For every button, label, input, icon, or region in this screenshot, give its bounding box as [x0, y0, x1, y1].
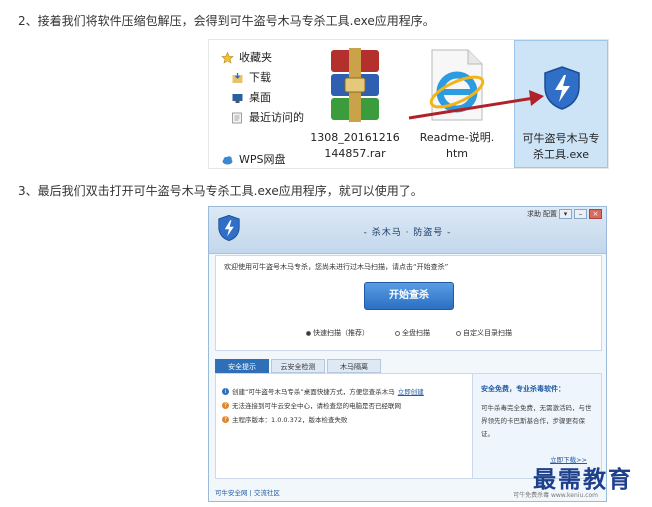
promo-text: 可牛杀毒完全免费，无需激活码，与世界领先的卡巴斯基合作，步骤更有保证。 — [481, 404, 592, 438]
nav-item-recent[interactable]: 最近访问的 — [231, 110, 304, 126]
ie-html-icon — [429, 49, 485, 121]
file-item-rar[interactable]: 1308_20161216 144857.rar — [307, 40, 403, 168]
nav-item-favorites[interactable]: 收藏夹 — [221, 50, 272, 66]
nav-label: WPS网盘 — [239, 153, 286, 166]
step-2-text: 2、接着我们将软件压缩包解压，会得到可牛盗号木马专杀工具.exe应用程序。 — [18, 14, 435, 28]
watermark: 最需教育 — [533, 466, 633, 493]
nav-item-downloads[interactable]: 下载 — [231, 70, 271, 86]
promo-title: 安全免费，专业杀毒软件： — [481, 385, 565, 393]
tip-item: ? 无法连接到可牛云安全中心，请检查您的电脑是否已经联网 — [222, 401, 401, 410]
warning-icon: ? — [222, 401, 229, 409]
app-caption: - 杀木马 · 防盗号 - — [363, 228, 452, 238]
recent-places-icon — [232, 112, 242, 124]
tip-item: i 创建“可牛盗号木马专杀”桌面快捷方式，方便您查杀木马 立即创建 — [222, 386, 424, 396]
tab-bar: 安全提示 云安全检测 木马隔离 — [215, 359, 383, 373]
info-icon: i — [222, 387, 229, 395]
tab-cloud-check[interactable]: 云安全检测 — [271, 359, 325, 373]
tab-quarantine[interactable]: 木马隔离 — [327, 359, 381, 373]
radio-icon — [456, 330, 461, 336]
footer-links[interactable]: 可牛安全网 | 交流社区 — [215, 487, 280, 497]
desktop-icon — [232, 94, 243, 103]
app-title-bar: - 杀木马 · 防盗号 - 求助 配置 ▾ – × — [209, 207, 606, 254]
file-explorer-screenshot: 收藏夹 下载 桌面 最近访问的 WPS网盘 1308_20161216 1448… — [208, 39, 609, 169]
scan-options: 快速扫描（推荐） 全盘扫描 自定义目录扫描 — [306, 328, 512, 338]
help-menu[interactable]: 求助 — [527, 209, 541, 219]
explorer-nav-pane: 收藏夹 下载 桌面 最近访问的 WPS网盘 — [209, 40, 304, 168]
settings-menu[interactable]: 配置 — [543, 209, 557, 219]
welcome-text: 欢迎使用可牛盗号木马专杀，您尚未进行过木马扫描，请点击“开始查杀” — [224, 263, 449, 271]
nav-label: 收藏夹 — [239, 51, 272, 64]
step-3-text: 3、最后我们双击打开可牛盗号木马专杀工具.exe应用程序，就可以使用了。 — [18, 184, 423, 198]
file-item-readme[interactable]: Readme-说明. htm — [407, 40, 507, 168]
winrar-archive-icon — [331, 48, 379, 122]
star-icon — [221, 52, 234, 64]
scan-panel: 欢迎使用可牛盗号木马专杀，您尚未进行过木马扫描，请点击“开始查杀” 开始查杀 快… — [215, 255, 602, 351]
scan-option-full[interactable]: 全盘扫描 — [395, 328, 430, 338]
shield-app-icon — [544, 66, 580, 110]
close-button[interactable]: × — [589, 209, 602, 219]
warning-icon: ? — [222, 415, 229, 423]
tip-item: ? 主程序版本：1.0.0.372，版本检查失败 — [222, 415, 348, 424]
radio-icon — [306, 330, 311, 336]
minimize-button[interactable]: – — [574, 209, 587, 219]
nav-label: 下载 — [249, 71, 271, 84]
nav-item-desktop[interactable]: 桌面 — [231, 90, 271, 106]
file-name: 1308_20161216 144857.rar — [310, 131, 400, 160]
nav-label: 最近访问的 — [249, 111, 304, 124]
file-name: Readme-说明. htm — [419, 131, 495, 160]
download-folder-icon — [232, 73, 243, 83]
file-name: 可牛盗号木马专 杀工具.exe — [522, 132, 600, 161]
radio-icon — [395, 330, 400, 336]
tab-security-tips[interactable]: 安全提示 — [215, 359, 269, 373]
app-window: - 杀木马 · 防盗号 - 求助 配置 ▾ – × 欢迎使用可牛盗号木马专杀，您… — [208, 206, 607, 502]
scan-option-custom[interactable]: 自定义目录扫描 — [456, 328, 512, 338]
nav-label: 桌面 — [249, 91, 271, 104]
start-scan-button[interactable]: 开始查杀 — [364, 282, 454, 310]
create-shortcut-link[interactable]: 立即创建 — [398, 386, 424, 396]
nav-item-wps-drive[interactable]: WPS网盘 — [221, 152, 286, 168]
cloud-drive-icon — [222, 156, 233, 165]
skin-button[interactable]: ▾ — [559, 209, 572, 219]
file-item-exe-selected[interactable]: 可牛盗号木马专 杀工具.exe — [514, 40, 608, 168]
scan-option-quick[interactable]: 快速扫描（推荐） — [306, 328, 369, 338]
app-menu: 求助 配置 ▾ – × — [527, 209, 602, 219]
